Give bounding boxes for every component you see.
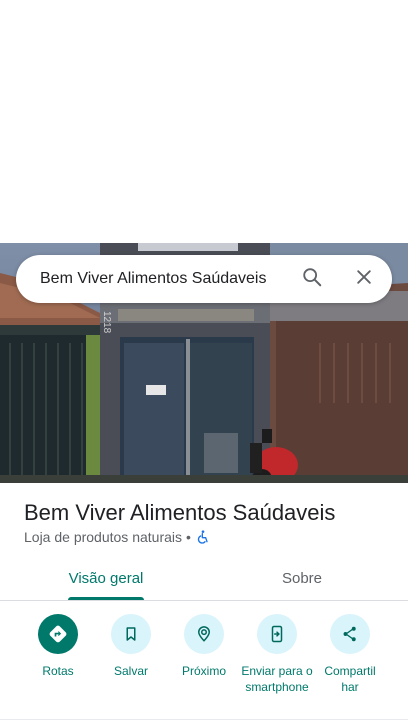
divider (0, 719, 408, 720)
send-to-phone-button[interactable]: Enviar para o smartphone (235, 614, 319, 695)
clear-search-button[interactable] (344, 259, 384, 299)
search-bar[interactable]: Bem Viver Alimentos Saúdaveis (16, 255, 392, 303)
share-label: Compartilhar (324, 664, 376, 694)
bookmark-icon (111, 614, 151, 654)
nearby-label: Próximo (181, 664, 226, 678)
place-category: Loja de produtos naturais (24, 529, 182, 545)
close-icon (354, 267, 374, 292)
separator-dot: • (186, 529, 191, 545)
search-button[interactable] (292, 259, 332, 299)
search-icon (301, 266, 323, 293)
directions-button[interactable]: Rotas (16, 614, 100, 679)
send-to-phone-icon (257, 614, 297, 654)
nearby-icon (184, 614, 224, 654)
tab-bar: Visão geral Sobre (0, 556, 408, 601)
tab-selected-indicator (68, 597, 144, 600)
directions-label: Rotas (42, 664, 74, 678)
search-input[interactable]: Bem Viver Alimentos Saúdaveis (16, 270, 292, 288)
place-subtitle: Loja de produtos naturais • (24, 529, 211, 545)
send-to-phone-label: Enviar para o smartphone (241, 664, 313, 694)
tab-about[interactable]: Sobre (232, 556, 372, 600)
tab-overview[interactable]: Visão geral (36, 556, 176, 600)
directions-icon (38, 614, 78, 654)
nearby-button[interactable]: Próximo (162, 614, 246, 679)
wheelchair-accessible-icon (195, 529, 211, 545)
blank-map-area (0, 0, 408, 243)
share-button[interactable]: Compartilhar (308, 614, 392, 695)
place-title: Bem Viver Alimentos Saúdaveis (24, 500, 336, 525)
share-icon (330, 614, 370, 654)
save-label: Salvar (113, 664, 148, 678)
house-number: 1218 (101, 311, 112, 334)
save-button[interactable]: Salvar (89, 614, 173, 679)
